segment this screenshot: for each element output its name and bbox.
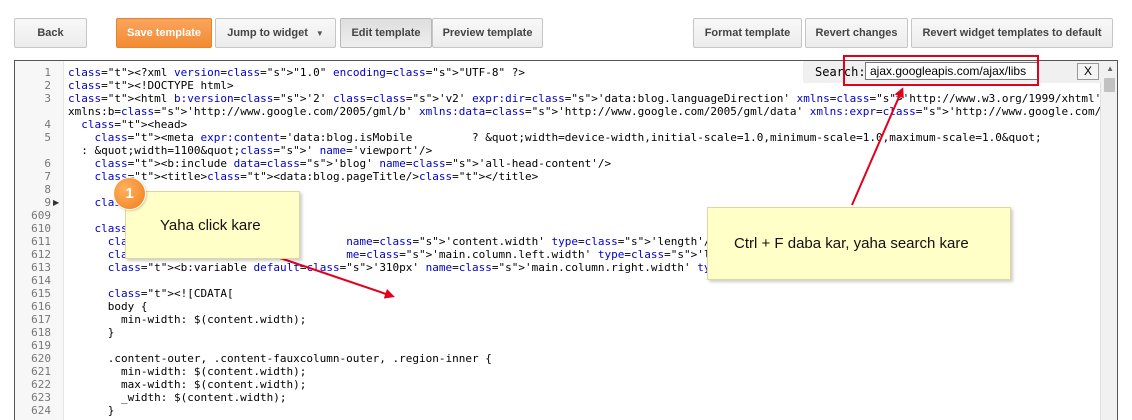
scroll-up-icon[interactable]: ▲ xyxy=(1106,64,1114,73)
jump-to-widget-dropdown[interactable]: Jump to widget ▼ xyxy=(215,18,336,48)
line-number: 5 xyxy=(44,131,51,144)
line-number: 619 xyxy=(31,339,51,352)
code-line[interactable]: class="t"><html b:version=class="s">'2' … xyxy=(68,92,1101,105)
line-number: 609 xyxy=(31,209,51,222)
step-number-badge: 1 xyxy=(114,178,145,209)
line-number: 615 xyxy=(31,287,51,300)
line-number: 2 xyxy=(44,79,51,92)
code-line[interactable]: : &quot;width=1100&quot;class="s">' name… xyxy=(68,144,432,157)
jump-to-widget-label: Jump to widget xyxy=(227,27,308,39)
search-here-callout: Ctrl + F daba kar, yaha search kare xyxy=(707,207,1011,280)
code-line[interactable]: class="t"><meta expr:content='data:blog.… xyxy=(68,131,1042,144)
line-number: 617 xyxy=(31,313,51,326)
search-bar: Search: xyxy=(803,61,1101,83)
search-input[interactable] xyxy=(865,62,1039,80)
code-line[interactable]: } xyxy=(68,326,115,339)
line-number: 610 xyxy=(31,222,51,235)
chevron-down-icon: ▼ xyxy=(315,28,324,38)
revert-widget-templates-button[interactable]: Revert widget templates to default xyxy=(911,18,1113,48)
code-line[interactable]: .content-outer, .content-fauxcolumn-oute… xyxy=(68,352,492,365)
line-number: 624 xyxy=(31,404,51,417)
line-number: 623 xyxy=(31,391,51,404)
line-number: 614 xyxy=(31,274,51,287)
code-line[interactable]: class="t"><![CDATA[ xyxy=(68,287,234,300)
line-number: 3 xyxy=(44,92,51,105)
search-close-button[interactable]: X xyxy=(1077,63,1099,80)
line-number-gutter: 1 2 3 4 5 6 7 8 9 ▶ 609 610 611 612 613 614 615 616 617 618… xyxy=(15,61,64,420)
line-number: 612 xyxy=(31,248,51,261)
line-number: 9 xyxy=(44,196,51,209)
search-note-text: Ctrl + F daba kar, yaha search kare xyxy=(734,235,969,252)
code-line[interactable]: min-width: $(content.width); xyxy=(68,365,306,378)
code-line[interactable]: xmlns:b=class="s">'http://www.google.com… xyxy=(68,105,1117,118)
tab-preview-template[interactable]: Preview template xyxy=(432,18,543,48)
code-line[interactable]: class="t"><b:include data=class="s">'blo… xyxy=(68,157,612,170)
code-line[interactable]: class="t"><?xml version=class="s">"1.0" … xyxy=(68,66,525,79)
code-line[interactable]: min-width: $(content.width); xyxy=(68,313,306,326)
format-template-button[interactable]: Format template xyxy=(693,18,802,48)
line-number: 616 xyxy=(31,300,51,313)
line-number: 1 xyxy=(44,66,51,79)
fold-arrow-icon[interactable]: ▶ xyxy=(53,196,59,209)
line-number: 7 xyxy=(44,170,51,183)
line-number: 613 xyxy=(31,261,51,274)
line-number: 620 xyxy=(31,352,51,365)
click-note-text: Yaha click kare xyxy=(160,217,261,234)
code-line[interactable]: _width: $(content.width); xyxy=(68,391,287,404)
tab-edit-template[interactable]: Edit template xyxy=(340,18,432,48)
scrollbar-thumb[interactable] xyxy=(1104,78,1115,92)
search-label: Search: xyxy=(815,65,866,79)
line-number: 622 xyxy=(31,378,51,391)
line-number: 8 xyxy=(44,183,51,196)
revert-changes-button[interactable]: Revert changes xyxy=(805,18,908,48)
line-number: 618 xyxy=(31,326,51,339)
line-number: 6 xyxy=(44,157,51,170)
editor-scrollbar[interactable]: ▲ xyxy=(1100,61,1117,420)
click-here-callout: Yaha click kare xyxy=(125,191,300,259)
line-number: 4 xyxy=(44,118,51,131)
code-line[interactable]: class="t"><!DOCTYPE html> xyxy=(68,79,234,92)
line-number: 621 xyxy=(31,365,51,378)
back-button[interactable]: Back xyxy=(14,18,87,48)
code-line[interactable]: } xyxy=(68,404,115,417)
line-number: 611 xyxy=(31,235,51,248)
code-line[interactable]: class="t"><head> xyxy=(68,118,187,131)
code-line[interactable]: body { xyxy=(68,300,148,313)
code-line[interactable]: max-width: $(content.width); xyxy=(68,378,306,391)
save-template-button[interactable]: Save template xyxy=(116,18,212,48)
